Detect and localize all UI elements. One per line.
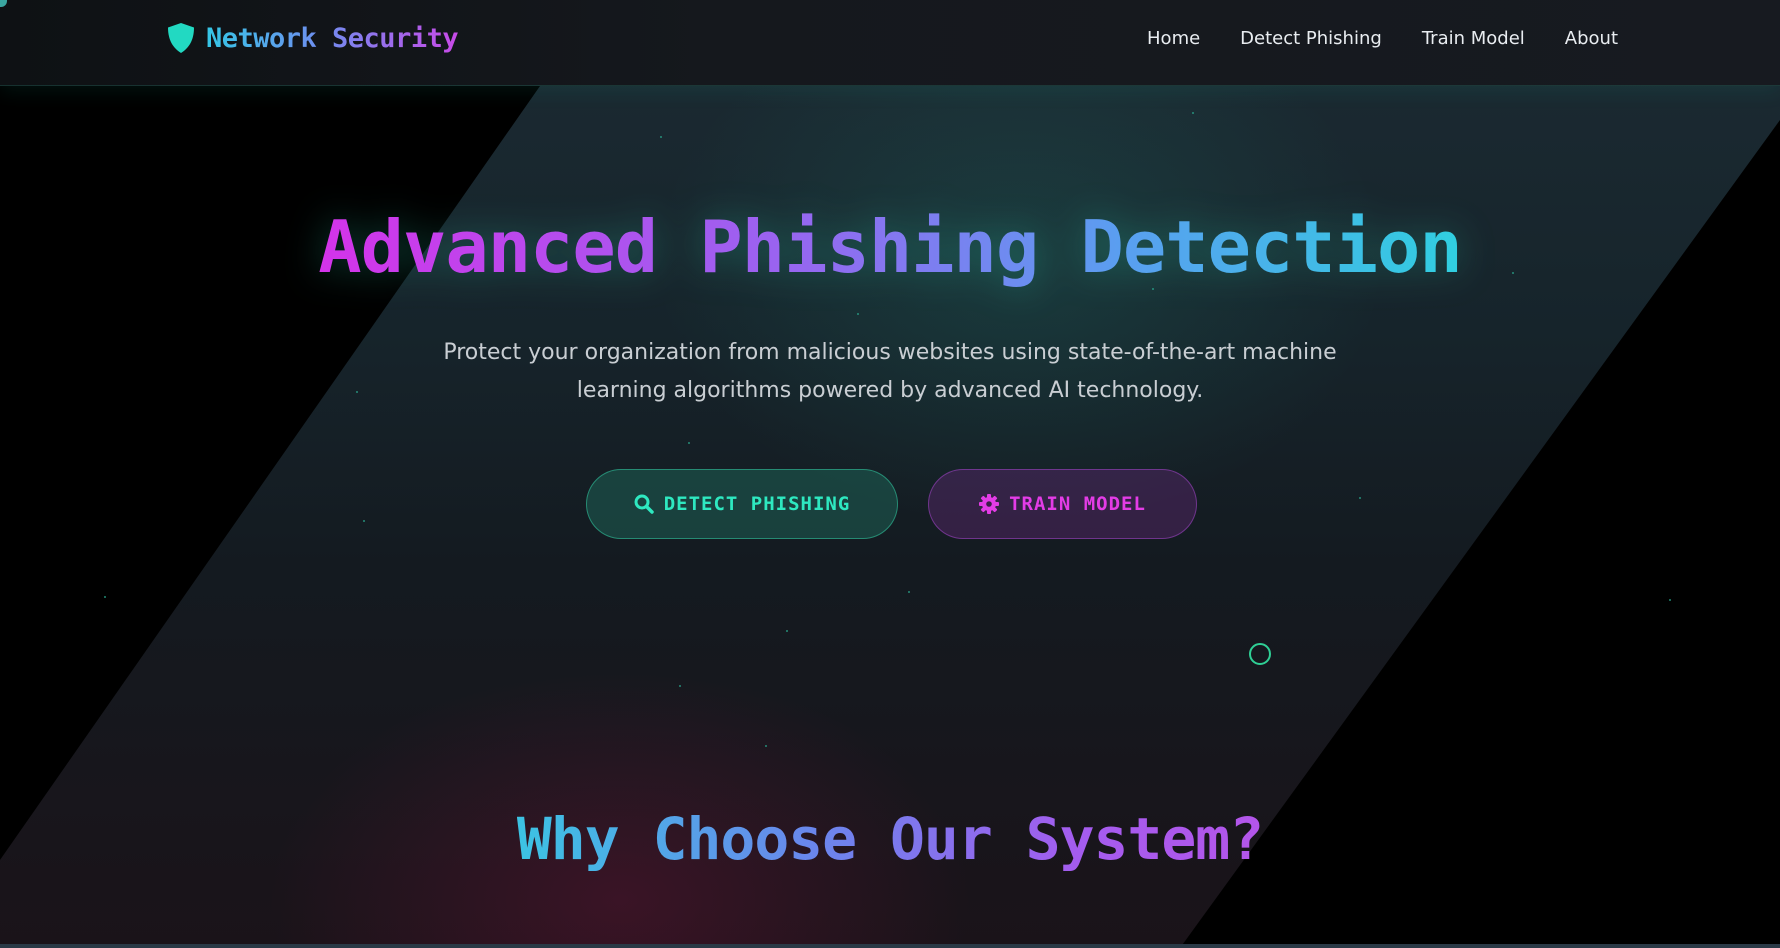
brand-name: Network Security <box>206 22 459 54</box>
why-choose-heading-text: Why Choose Our System? <box>516 805 1264 873</box>
particle-dot <box>679 685 681 687</box>
main-nav: Home Detect Phishing Train Model About <box>1147 28 1618 49</box>
particle-dot <box>908 591 910 593</box>
particle-dot <box>104 596 106 598</box>
hero-title: Advanced Phishing Detection <box>0 205 1780 289</box>
particle-dot <box>857 313 859 315</box>
particle-dot <box>363 520 365 522</box>
particle-dot <box>765 745 767 747</box>
brand-logo[interactable]: Network Security <box>166 22 459 54</box>
gear-icon <box>979 494 1000 514</box>
why-choose-heading: Why Choose Our System? <box>0 805 1780 873</box>
detect-phishing-label: DETECT PHISHING <box>663 493 851 515</box>
hero-title-text: Advanced Phishing Detection <box>318 205 1462 289</box>
train-model-label: TRAIN MODEL <box>1009 493 1146 515</box>
shield-icon <box>168 23 194 53</box>
nav-link-train-model[interactable]: Train Model <box>1422 28 1525 49</box>
nav-link-about[interactable]: About <box>1565 28 1618 49</box>
nav-link-detect-phishing[interactable]: Detect Phishing <box>1240 28 1382 49</box>
site-header: Network Security Home Detect Phishing Tr… <box>0 0 1780 86</box>
train-model-button[interactable]: TRAIN MODEL <box>928 469 1197 539</box>
particle-dot <box>688 442 690 444</box>
particle-dot <box>786 630 788 632</box>
page: Network Security Home Detect Phishing Tr… <box>0 0 1780 948</box>
bottom-border <box>0 944 1780 948</box>
search-icon <box>634 494 654 514</box>
particle-dot <box>1192 112 1194 114</box>
particle-dot <box>660 136 662 138</box>
particle-dot <box>1669 599 1671 601</box>
detect-phishing-button[interactable]: DETECT PHISHING <box>586 469 898 539</box>
particle-dot <box>356 391 358 393</box>
particle-dot <box>1359 497 1361 499</box>
floating-ring <box>1249 643 1271 665</box>
nav-link-home[interactable]: Home <box>1147 28 1200 49</box>
hero-subtitle: Protect your organization from malicious… <box>443 340 1337 403</box>
